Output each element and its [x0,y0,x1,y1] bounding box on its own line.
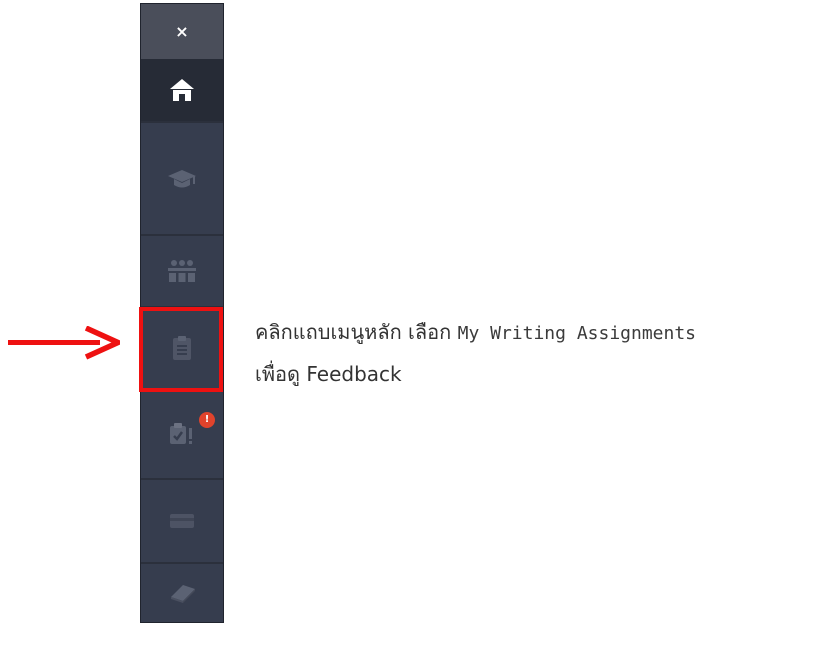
sidebar-item-courses[interactable] [141,123,223,234]
sidebar-item-classrooms[interactable] [141,236,223,306]
highlight-box [139,307,223,392]
close-icon[interactable]: × [175,23,188,40]
home-icon [170,79,194,101]
assignment-alert-icon [170,423,192,444]
sidebar-item-notifications[interactable]: ! [141,388,223,478]
caption-menu-name: My Writing Assignments [457,323,697,344]
instruction-caption: คลิกแถบเมนูหลัก เลือก My Writing Assignm… [255,312,696,394]
notification-badge: ! [199,412,215,428]
sidebar-item-card[interactable] [141,480,223,562]
close-menu-button[interactable]: × [141,4,223,59]
card-icon [170,514,194,528]
sidebar-item-book[interactable] [141,564,223,622]
caption-line-2: เพื่อดู Feedback [255,362,402,386]
graduation-cap-icon [168,169,196,187]
caption-prefix: คลิกแถบเมนูหลัก เลือก [255,320,458,344]
book-icon [171,585,195,603]
caption-line-1: คลิกแถบเมนูหลัก เลือก My Writing Assignm… [255,312,696,354]
arrow-icon [8,326,120,360]
sidebar-item-home[interactable] [141,59,223,121]
classroom-icon [168,260,196,282]
